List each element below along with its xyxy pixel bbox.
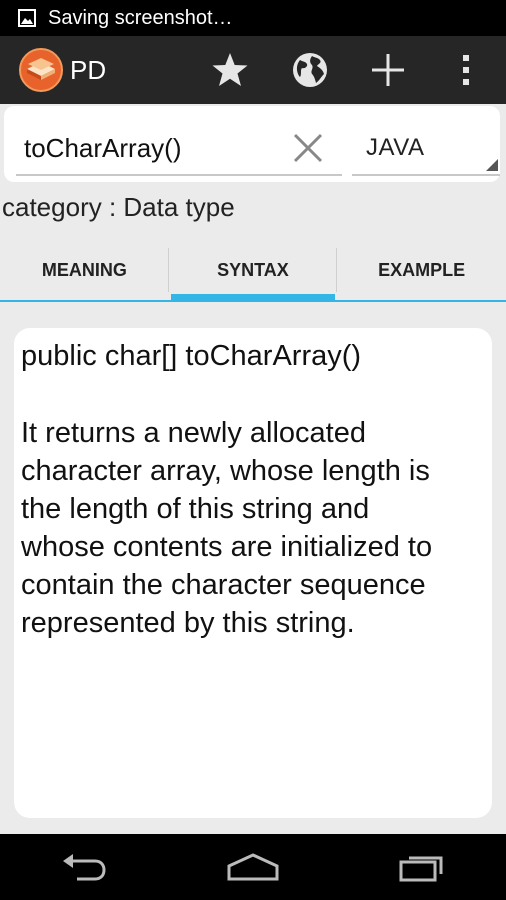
action-bar: PD [0,36,506,104]
status-text: Saving screenshot… [48,6,233,29]
description-line: the length of this string and [21,493,370,525]
recent-apps-button[interactable] [382,842,462,892]
favorite-button[interactable] [200,36,260,104]
close-icon [293,133,323,163]
home-icon [227,853,279,881]
tab-label: SYNTAX [217,259,289,280]
home-button[interactable] [213,842,293,892]
overflow-menu-button[interactable] [436,36,496,104]
clear-search-button[interactable] [286,126,330,170]
description-line: represented by this string. [21,607,355,639]
dropdown-caret-icon [486,159,498,171]
language-value: JAVA [366,134,425,161]
tab-label: EXAMPLE [378,259,466,280]
description-line: character array, whose length is [21,455,430,487]
language-dropdown[interactable]: JAVA [352,124,500,176]
recent-apps-icon [399,856,443,882]
content-card: public char[] toCharArray() It returns a… [14,328,492,818]
back-icon [63,854,106,881]
description-line: It returns a newly allocated [21,417,366,449]
tab-bar: MEANING SYNTAX EXAMPLE [0,240,506,302]
category-label: category : Data type [2,192,235,222]
tab-label: MEANING [41,259,127,280]
plus-icon [372,54,404,86]
tab-example[interactable]: EXAMPLE [337,240,506,300]
books-logo[interactable] [18,47,64,93]
search-card: JAVA [4,106,500,182]
overflow-menu-icon [463,55,469,85]
app-title: PD [70,54,107,85]
status-bar: Saving screenshot… [0,0,506,36]
syntax-text: public char[] toCharArray() [21,340,362,372]
description-line: contain the character sequence [21,569,426,601]
add-button[interactable] [358,36,418,104]
tab-syntax[interactable]: SYNTAX [169,240,338,302]
navigation-bar [0,834,506,900]
back-button[interactable] [44,842,124,892]
search-field [16,124,342,176]
globe-icon [293,53,327,87]
star-icon [212,53,248,86]
image-icon [18,9,36,27]
search-input[interactable] [24,124,274,172]
language-globe-button[interactable] [280,36,340,104]
tab-meaning[interactable]: MEANING [0,240,169,300]
description-text: It returns a newly allocated character a… [21,414,489,642]
description-line: whose contents are initialized to [21,531,433,563]
